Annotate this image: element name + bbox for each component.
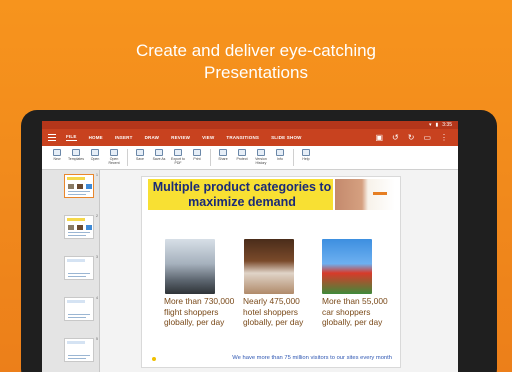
- slide-thumbnail[interactable]: [64, 174, 94, 198]
- footer-text[interactable]: We have more than 75 million visitors to…: [162, 355, 392, 361]
- layout-icon[interactable]: ▭: [423, 133, 431, 142]
- history-icon: [257, 149, 265, 156]
- car-caption[interactable]: More than 55,000 car shoppers globally, …: [322, 296, 398, 328]
- ribbon-toolbar: New Templates Open Open Recent Save Save…: [42, 146, 458, 170]
- menu-bar: FILE HOME INSERT DRAW REVIEW VIEW TRANSI…: [42, 129, 458, 146]
- slides-panel[interactable]: 1 2 3 4 5: [42, 170, 100, 372]
- redo-icon[interactable]: ↻: [408, 133, 415, 142]
- templates-icon: [72, 149, 80, 156]
- tab-file[interactable]: FILE: [66, 134, 77, 141]
- tab-insert[interactable]: INSERT: [115, 135, 133, 140]
- headline-line-2: Presentations: [204, 63, 308, 82]
- clock: 3:35: [442, 122, 452, 128]
- flight-caption[interactable]: More than 730,000 flight shoppers global…: [164, 296, 240, 328]
- brand-logo: [373, 192, 387, 195]
- hotel-room-photo[interactable]: [244, 239, 294, 294]
- share-icon: [219, 149, 227, 156]
- red-car-photo[interactable]: [322, 239, 372, 294]
- info-icon: [276, 149, 284, 156]
- recent-icon: [110, 149, 118, 156]
- export-pdf-button[interactable]: Export to PDF: [169, 149, 187, 165]
- current-slide[interactable]: Multiple product categories to maximize …: [141, 176, 401, 368]
- wifi-icon: ▾: [428, 122, 432, 128]
- footer-bullet-icon: [152, 357, 156, 361]
- slide-thumbnail[interactable]: [64, 338, 94, 362]
- lock-icon: [238, 149, 246, 156]
- battery-icon: ▮: [435, 122, 439, 128]
- help-button[interactable]: Help: [297, 149, 315, 161]
- headline: Create and deliver eye-catching Presenta…: [0, 40, 512, 84]
- open-recent-button[interactable]: Open Recent: [105, 149, 123, 165]
- templates-button[interactable]: Templates: [67, 149, 85, 161]
- protect-button[interactable]: Protect: [233, 149, 251, 161]
- save-disk-icon: [136, 149, 144, 156]
- save-as-button[interactable]: Save As: [150, 149, 168, 161]
- slide-number: 3: [96, 255, 98, 259]
- header-photo-logo: [335, 179, 395, 210]
- slide-number: 4: [96, 296, 98, 300]
- save-as-icon: [155, 149, 163, 156]
- toolbar-divider: [127, 149, 128, 166]
- app-screen: ▾ ▮ 3:35 FILE HOME INSERT DRAW REVIEW VI…: [42, 121, 458, 372]
- hotel-caption[interactable]: Nearly 475,000 hotel shoppers globally, …: [243, 296, 319, 328]
- save-button[interactable]: Save: [131, 149, 149, 161]
- more-icon[interactable]: ⋮: [440, 133, 448, 142]
- info-button[interactable]: Info: [271, 149, 289, 161]
- open-button[interactable]: Open: [86, 149, 104, 161]
- slide-thumbnail[interactable]: [64, 256, 94, 280]
- slide-title[interactable]: Multiple product categories to maximize …: [151, 180, 333, 210]
- slide-number: 5: [96, 337, 98, 341]
- headline-line-1: Create and deliver eye-catching: [135, 41, 377, 60]
- slide-number: 2: [96, 214, 98, 218]
- tab-home[interactable]: HOME: [89, 135, 103, 140]
- save-icon[interactable]: ▣: [375, 133, 383, 142]
- printer-icon: [193, 149, 201, 156]
- tab-view[interactable]: VIEW: [202, 135, 214, 140]
- tab-review[interactable]: REVIEW: [171, 135, 190, 140]
- hamburger-menu-icon[interactable]: [48, 134, 56, 141]
- undo-icon[interactable]: ↺: [392, 133, 399, 142]
- share-button[interactable]: Share: [214, 149, 232, 161]
- help-icon: [302, 149, 310, 156]
- new-file-icon: [53, 149, 61, 156]
- status-bar: ▾ ▮ 3:35: [42, 121, 458, 129]
- toolbar-divider: [210, 149, 211, 166]
- print-button[interactable]: Print: [188, 149, 206, 161]
- new-button[interactable]: New: [48, 149, 66, 161]
- airplane-photo[interactable]: [165, 239, 215, 294]
- pdf-icon: [174, 149, 182, 156]
- slide-thumbnail[interactable]: [64, 215, 94, 239]
- slide-thumbnail[interactable]: [64, 297, 94, 321]
- tab-transitions[interactable]: TRANSITIONS: [226, 135, 259, 140]
- menu-actions: ▣ ↺ ↻ ▭ ⋮: [375, 133, 458, 142]
- folder-icon: [91, 149, 99, 156]
- tab-slide-show[interactable]: SLIDE SHOW: [271, 135, 302, 140]
- slide-number: 1: [96, 173, 98, 177]
- version-history-button[interactable]: Version History: [252, 149, 270, 165]
- toolbar-divider: [293, 149, 294, 166]
- tab-draw[interactable]: DRAW: [145, 135, 160, 140]
